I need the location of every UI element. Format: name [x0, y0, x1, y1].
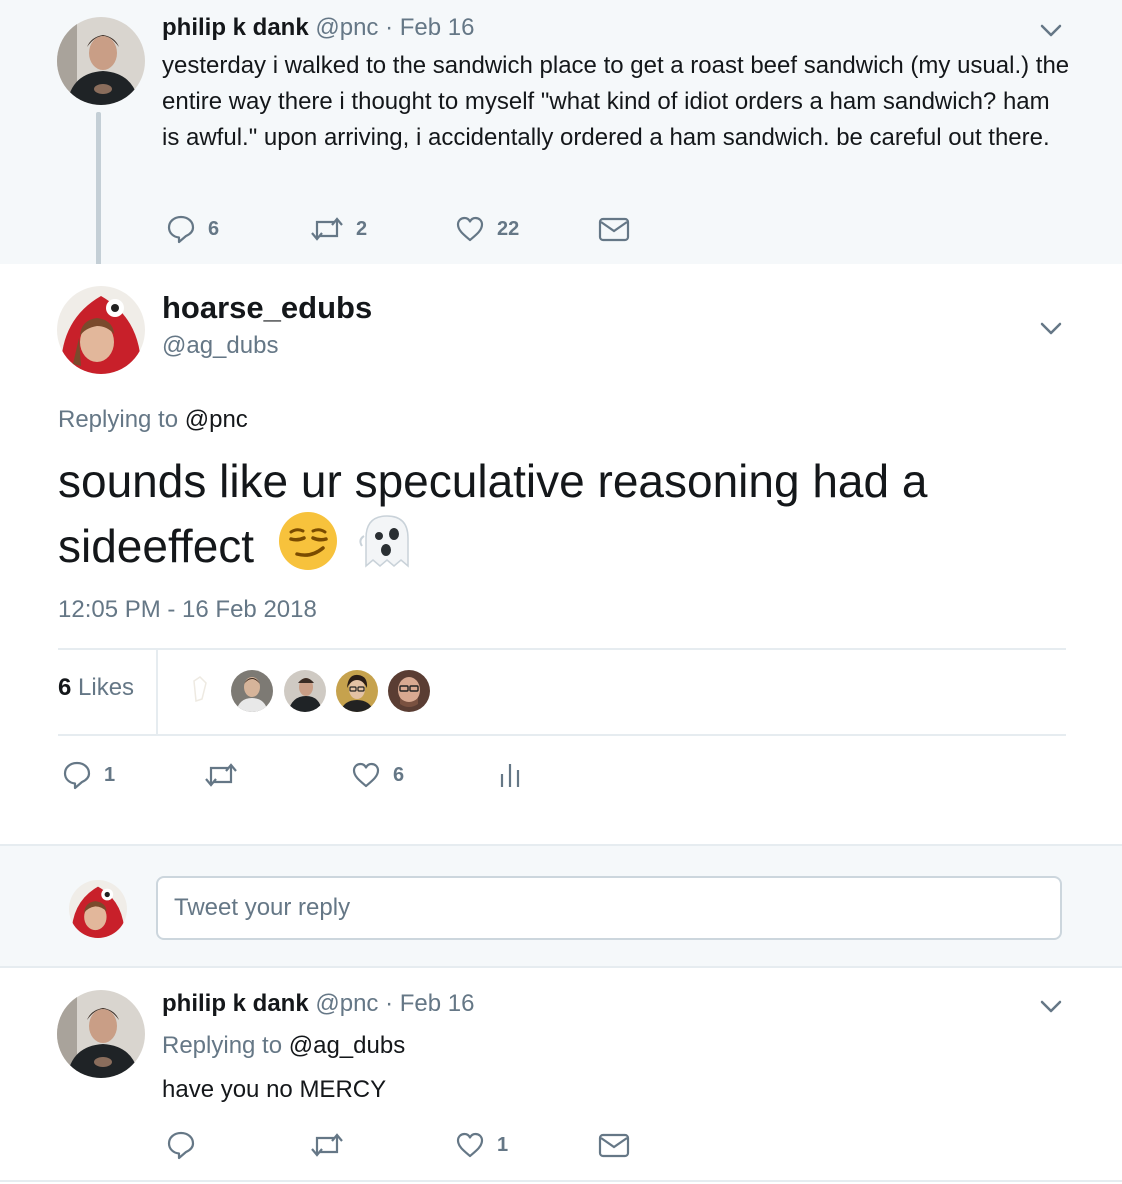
chevron-down-icon[interactable]	[1040, 1000, 1062, 1014]
reply-button[interactable]	[166, 1130, 196, 1160]
reply-icon	[166, 214, 196, 244]
author-name[interactable]: philip k dank	[162, 990, 309, 1017]
heart-icon	[455, 1130, 485, 1160]
tweet-header: philip k dank @pnc · Feb 16	[162, 14, 474, 42]
reply-count: 6	[208, 217, 220, 240]
avatar[interactable]	[57, 990, 145, 1078]
replying-to-handle[interactable]: @ag_dubs	[289, 1032, 405, 1059]
separator: ·	[385, 990, 394, 1017]
retweet-icon	[204, 760, 238, 790]
reply-icon	[166, 1130, 196, 1160]
child-tweet[interactable]: philip k dank @pnc · Feb 16 Replying to …	[0, 968, 1122, 1184]
like-button[interactable]: 6	[351, 760, 404, 790]
analytics-icon	[498, 760, 522, 790]
separator: ·	[385, 14, 394, 41]
liker-avatar[interactable]	[284, 670, 326, 712]
envelope-icon	[598, 214, 630, 244]
stat-divider	[156, 650, 158, 734]
retweet-button[interactable]	[204, 760, 238, 790]
tweet-text: have you no MERCY	[162, 1076, 387, 1103]
divider	[0, 1180, 1122, 1182]
heart-icon	[351, 760, 381, 790]
replying-prefix: Replying to	[58, 406, 179, 433]
author-handle[interactable]: @pnc	[315, 14, 378, 41]
like-button[interactable]: 1	[455, 1130, 508, 1160]
retweet-button[interactable]: 2	[310, 214, 367, 244]
tweet-text-content: sounds like ur speculative reasoning had…	[58, 455, 928, 572]
smirking-face-emoji	[277, 510, 339, 585]
retweet-count: 2	[356, 217, 368, 240]
replying-to: Replying to @pnc	[58, 406, 248, 434]
author-name[interactable]: hoarse_edubs	[162, 290, 372, 326]
liker-avatar[interactable]	[336, 670, 378, 712]
liker-avatar[interactable]	[231, 670, 273, 712]
like-count: 22	[497, 217, 520, 240]
chevron-down-icon[interactable]	[1040, 322, 1062, 336]
direct-message-button[interactable]	[598, 214, 630, 244]
main-tweet: hoarse_edubs @ag_dubs Replying to @pnc s…	[0, 264, 1122, 844]
like-button[interactable]: 22	[455, 214, 519, 244]
current-user-avatar[interactable]	[69, 880, 127, 938]
like-count: 6	[393, 763, 405, 786]
liker-avatar[interactable]	[180, 669, 222, 711]
tweet-text: yesterday i walked to the sandwich place…	[162, 52, 1070, 151]
ghost-emoji	[356, 510, 418, 585]
replying-to-handle[interactable]: @pnc	[185, 406, 248, 433]
analytics-button[interactable]	[498, 760, 522, 790]
retweet-icon	[310, 214, 344, 244]
reply-button[interactable]: 1	[62, 760, 115, 790]
heart-icon	[455, 214, 485, 244]
chevron-down-icon[interactable]	[1040, 24, 1062, 38]
divider	[58, 648, 1066, 650]
likes-stat-label: Likes	[78, 674, 135, 701]
replying-to: Replying to @ag_dubs	[162, 1032, 405, 1060]
divider	[58, 734, 1066, 736]
retweet-icon	[310, 1130, 344, 1160]
retweet-button[interactable]	[310, 1130, 344, 1160]
tweet-text: sounds like ur speculative reasoning had…	[58, 452, 1058, 585]
avatar[interactable]	[57, 286, 145, 374]
avatar[interactable]	[57, 17, 145, 105]
tweet-header: philip k dank @pnc · Feb 16	[162, 990, 474, 1018]
like-count: 1	[497, 1133, 509, 1156]
author-handle[interactable]: @pnc	[315, 990, 378, 1017]
replying-prefix: Replying to	[162, 1032, 283, 1059]
reply-icon	[62, 760, 92, 790]
likes-stat[interactable]: 6 Likes	[58, 674, 134, 702]
reply-button[interactable]: 6	[166, 214, 219, 244]
tweet-date[interactable]: Feb 16	[400, 14, 475, 41]
liker-avatar[interactable]	[388, 670, 430, 712]
author-handle[interactable]: @ag_dubs	[162, 332, 278, 360]
reply-input-placeholder: Tweet your reply	[174, 894, 351, 921]
reply-composer: Tweet your reply	[0, 844, 1122, 968]
tweet-date[interactable]: Feb 16	[400, 990, 475, 1017]
thread-line	[96, 112, 101, 275]
parent-tweet[interactable]: philip k dank @pnc · Feb 16 yesterday i …	[0, 0, 1122, 275]
reply-input[interactable]: Tweet your reply	[156, 876, 1062, 940]
envelope-icon	[598, 1130, 630, 1160]
reply-count: 1	[104, 763, 116, 786]
tweet-timestamp[interactable]: 12:05 PM - 16 Feb 2018	[58, 596, 317, 624]
direct-message-button[interactable]	[598, 1130, 630, 1160]
author-name[interactable]: philip k dank	[162, 14, 309, 41]
likes-stat-count: 6	[58, 674, 72, 701]
